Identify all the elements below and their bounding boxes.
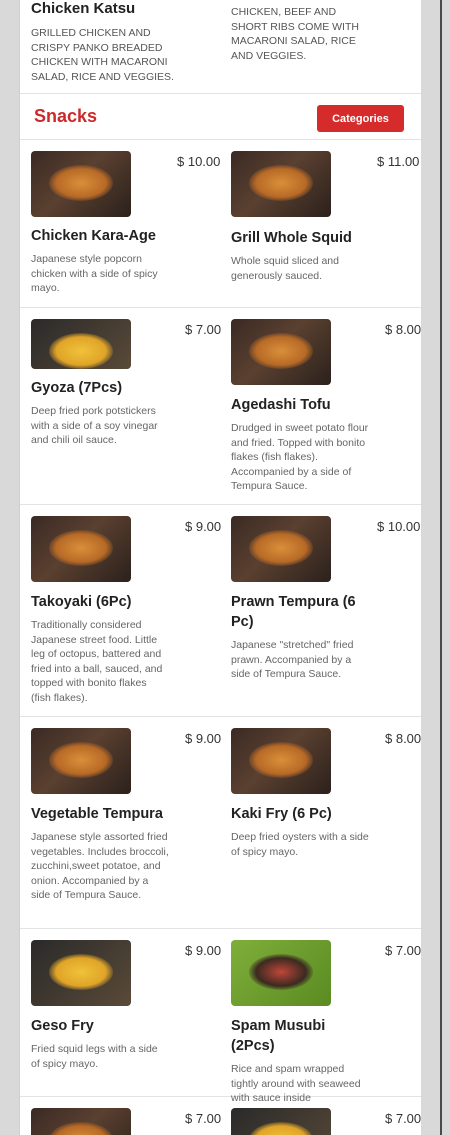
item-description: CHICKEN, BEEF AND SHORT RIBS COME WITH M… — [231, 6, 359, 62]
menu-item[interactable]: $ 8.00 Kaki Fry (6 Pc) Deep fried oyster… — [231, 728, 421, 859]
item-photo[interactable] — [231, 151, 331, 217]
menu-row: $ 9.00 Geso Fry Fried squid legs with a … — [20, 929, 421, 1104]
item-name: Grill Whole Squid — [231, 230, 352, 246]
item-description: Fried squid legs with a side of spicy ma… — [31, 1043, 158, 1070]
item-photo[interactable] — [31, 728, 131, 794]
item-description: Japanese "stretched" fried prawn. Accomp… — [231, 639, 354, 680]
item-photo[interactable] — [231, 1108, 331, 1135]
section-header: Snacks Categories — [20, 94, 421, 140]
item-photo[interactable] — [231, 516, 331, 582]
menu-item[interactable]: $ 9.00 Takoyaki (6Pc) Traditionally cons… — [31, 516, 221, 705]
item-price: $ 8.00 — [385, 731, 421, 746]
menu-item[interactable]: CHICKEN, BEEF AND SHORT RIBS COME WITH M… — [231, 5, 371, 63]
item-description: Deep fried pork potstickers with a side … — [31, 405, 158, 446]
item-price: $ 7.00 — [185, 322, 222, 337]
menu-page: Chicken Katsu GRILLED CHICKEN AND CRISPY… — [19, 0, 421, 1135]
item-name: Kaki Fry (6 Pc) — [231, 806, 332, 822]
item-price: $ 9.00 — [185, 731, 222, 746]
item-price: $ 7.00 — [385, 1111, 421, 1126]
item-photo[interactable] — [31, 319, 131, 369]
item-photo[interactable] — [231, 319, 331, 385]
item-price: $ 8.00 — [385, 322, 421, 337]
item-description: Deep fried oysters with a side of spicy … — [231, 831, 369, 858]
item-photo[interactable] — [31, 940, 131, 1006]
menu-item[interactable]: $ 9.00 Geso Fry Fried squid legs with a … — [31, 940, 221, 1071]
menu-item[interactable]: Chicken Katsu GRILLED CHICKEN AND CRISPY… — [31, 0, 191, 84]
menu-item[interactable]: $ 7.00 Gyoza (7Pcs) Deep fried pork pots… — [31, 319, 221, 448]
section-title: Snacks — [34, 106, 98, 126]
categories-button[interactable]: Categories — [317, 105, 404, 132]
item-description: GRILLED CHICKEN AND CRISPY PANKO BREADED… — [31, 27, 174, 83]
item-price: $ 10.00 — [377, 519, 421, 534]
menu-row: $ 9.00 Takoyaki (6Pc) Traditionally cons… — [20, 505, 421, 717]
menu-item[interactable]: $ 10.00 Prawn Tempura (6 Pc) Japanese "s… — [231, 516, 421, 682]
item-photo[interactable] — [231, 728, 331, 794]
item-name: Chicken Katsu — [31, 0, 136, 17]
item-description: Japanese style assorted fried vegetables… — [31, 831, 169, 901]
item-photo[interactable] — [31, 151, 131, 217]
menu-item[interactable]: $ 8.00 Agedashi Tofu Drudged in sweet po… — [231, 319, 421, 494]
menu-row: $ 7.00 Gyoza (7Pcs) Deep fried pork pots… — [20, 308, 421, 505]
previous-section-row: Chicken Katsu GRILLED CHICKEN AND CRISPY… — [20, 0, 421, 94]
menu-item[interactable]: $ 10.00 Chicken Kara-Age Japanese style … — [31, 151, 221, 296]
item-photo[interactable] — [31, 516, 131, 582]
item-description: Japanese style popcorn chicken with a si… — [31, 253, 158, 294]
item-name: Takoyaki (6Pc) — [31, 594, 132, 610]
item-price: $ 11.00 — [377, 154, 420, 169]
item-name: Geso Fry — [31, 1018, 94, 1034]
item-description: Drudged in sweet potato flour and fried.… — [231, 422, 369, 492]
item-name: Vegetable Tempura — [31, 806, 163, 822]
menu-row: $ 9.00 Vegetable Tempura Japanese style … — [20, 717, 421, 929]
item-price: $ 9.00 — [185, 519, 222, 534]
viewport-edge — [440, 0, 442, 1135]
item-description: Whole squid sliced and generously sauced… — [231, 255, 339, 282]
item-name: Prawn Tempura (6 Pc) — [231, 594, 356, 630]
menu-item[interactable]: $ 11.00 Grill Whole Squid Whole squid sl… — [231, 151, 421, 283]
item-name: Spam Musubi (2Pcs) — [231, 1018, 326, 1054]
item-price: $ 10.00 — [177, 154, 221, 169]
item-name: Gyoza (7Pcs) — [31, 380, 123, 396]
menu-item[interactable]: $ 7.00 Spam Musubi (2Pcs) Rice and spam … — [231, 940, 421, 1106]
item-name: Chicken Kara-Age — [31, 228, 156, 244]
menu-item[interactable]: $ 7.00 — [231, 1108, 421, 1135]
menu-row: $ 7.00 $ 7.00 — [20, 1097, 421, 1135]
item-description: Traditionally considered Japanese street… — [31, 619, 163, 704]
item-price: $ 9.00 — [185, 943, 222, 958]
item-photo[interactable] — [231, 940, 331, 1006]
menu-item[interactable]: $ 7.00 — [31, 1108, 221, 1135]
item-price: $ 7.00 — [385, 943, 421, 958]
item-photo[interactable] — [31, 1108, 131, 1135]
menu-item[interactable]: $ 9.00 Vegetable Tempura Japanese style … — [31, 728, 221, 903]
menu-row: $ 10.00 Chicken Kara-Age Japanese style … — [20, 140, 421, 308]
item-price: $ 7.00 — [185, 1111, 222, 1126]
item-name: Agedashi Tofu — [231, 397, 331, 413]
